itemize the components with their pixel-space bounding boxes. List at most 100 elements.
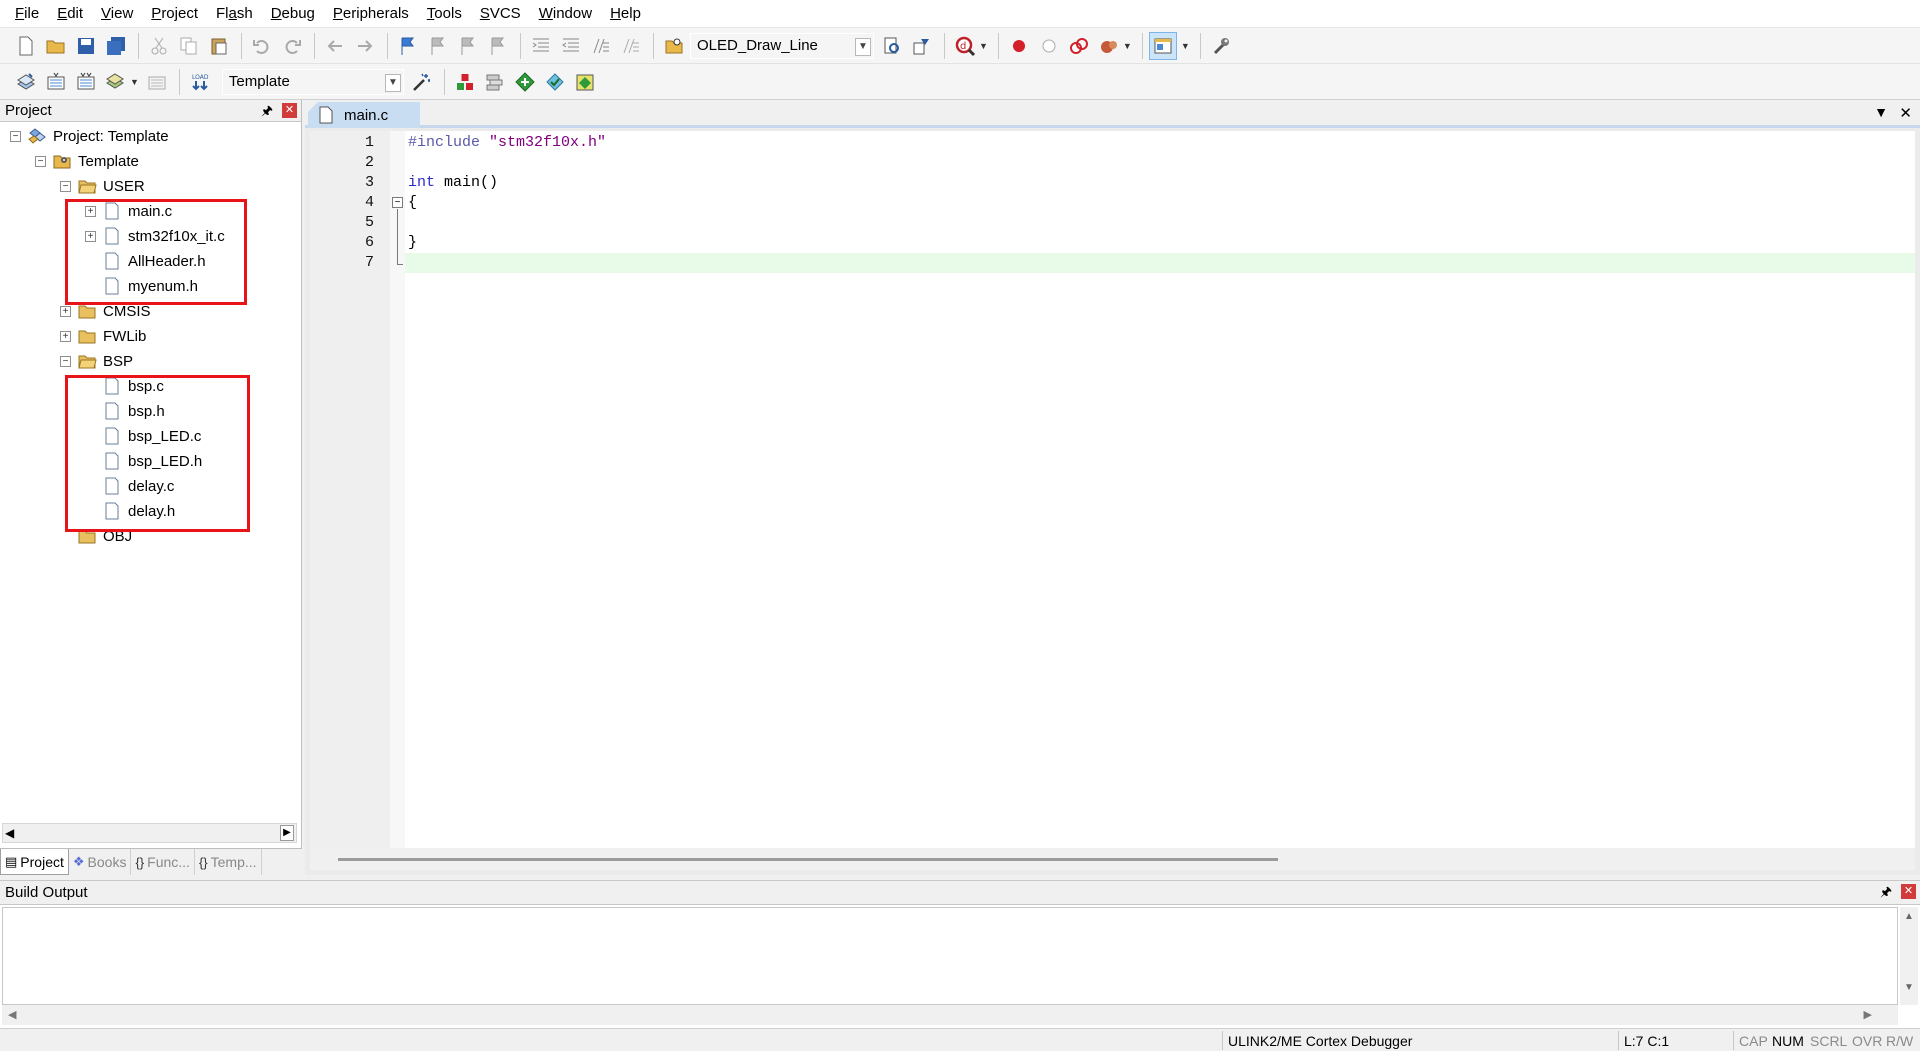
tab-functions[interactable]: {} Func... (131, 849, 195, 875)
tree-node-group-bsp[interactable]: − BSP (60, 349, 133, 373)
tab-templates[interactable]: {} Temp... (195, 849, 262, 875)
collapse-icon[interactable]: − (60, 355, 71, 367)
tree-node-label: BSP (103, 352, 134, 370)
tab-main-c[interactable]: main.c (308, 102, 420, 128)
save-all-button[interactable] (102, 32, 130, 60)
close-icon[interactable]: ✕ (282, 103, 297, 118)
target-combo[interactable]: Template ▼ (221, 68, 404, 95)
unindent-button[interactable] (557, 32, 585, 60)
download-button[interactable]: LOAD (186, 68, 214, 96)
target-options-button[interactable] (408, 68, 436, 96)
build-output-text[interactable] (2, 907, 1898, 1005)
chevron-down-icon[interactable]: ▼ (1181, 41, 1190, 51)
tab-books[interactable]: ❖ Books (69, 849, 132, 875)
tree-node-group-user[interactable]: − USER (60, 174, 145, 198)
build-output-horizontal-scrollbar[interactable]: ◀ ▶ (2, 1005, 1898, 1025)
code-editor[interactable]: #include "stm32f10x.h" int main() { } (405, 131, 1915, 848)
redo-button[interactable] (278, 32, 306, 60)
build-button[interactable] (42, 68, 70, 96)
menu-tools[interactable]: Tools (418, 0, 471, 28)
project-horizontal-scrollbar[interactable]: ◀ ▶ (2, 823, 297, 843)
tab-list-chevron-icon[interactable]: ▼ (1874, 104, 1888, 120)
menu-file[interactable]: File (6, 0, 48, 28)
open-file-button[interactable] (42, 32, 70, 60)
scroll-left-icon[interactable]: ◀ (8, 1008, 16, 1021)
tree-node-group-fwlib[interactable]: + FWLib (60, 324, 146, 348)
bookmark-next-button[interactable] (454, 32, 482, 60)
fold-collapse-icon[interactable]: − (392, 197, 403, 208)
window-layout-button[interactable] (1148, 31, 1177, 60)
rebuild-button[interactable] (72, 68, 100, 96)
incremental-find-button[interactable] (878, 32, 906, 60)
menu-peripherals[interactable]: Peripherals (324, 0, 418, 28)
translate-button[interactable] (12, 68, 40, 96)
insert-breakpoint-button[interactable] (1005, 32, 1033, 60)
line-number: 2 (364, 154, 374, 171)
manage-project-items-button[interactable] (451, 68, 479, 96)
scroll-down-icon[interactable]: ▼ (1900, 982, 1918, 993)
menu-help[interactable]: Help (601, 0, 650, 28)
navigate-back-button[interactable] (321, 32, 349, 60)
pin-icon[interactable]: 🖈 (1880, 883, 1892, 905)
chevron-down-icon[interactable]: ▼ (1123, 41, 1132, 51)
menu-flash[interactable]: Flash (207, 0, 262, 28)
tree-node-target[interactable]: − Template (35, 149, 139, 173)
collapse-icon[interactable]: − (35, 155, 46, 167)
uncomment-button[interactable] (617, 32, 645, 60)
expand-icon[interactable]: + (60, 330, 71, 342)
kill-all-breakpoints-button[interactable] (1095, 32, 1123, 60)
disable-all-breakpoints-button[interactable] (1065, 32, 1093, 60)
find-combo[interactable]: OLED_Draw_Line ▼ (690, 32, 874, 59)
expand-icon[interactable]: + (60, 305, 71, 317)
scroll-right-icon[interactable]: ▶ (280, 825, 294, 841)
menu-edit[interactable]: Edit (48, 0, 92, 28)
chevron-down-icon[interactable]: ▼ (855, 37, 871, 56)
tab-project[interactable]: ▤ Project (0, 849, 69, 875)
editor-horizontal-scrollbar[interactable] (310, 848, 1915, 870)
pin-icon[interactable]: 🖈 (261, 102, 273, 124)
copy-button[interactable] (175, 32, 203, 60)
run-time-environment-button[interactable] (571, 68, 599, 96)
menu-svcs[interactable]: SVCS (471, 0, 530, 28)
build-output-vertical-scrollbar[interactable]: ▲ ▼ (1900, 907, 1918, 1005)
scrollbar-thumb[interactable] (338, 858, 1278, 861)
close-tab-icon[interactable]: ✕ (1899, 104, 1912, 122)
chevron-down-icon[interactable]: ▼ (979, 41, 988, 51)
bookmark-toggle-button[interactable] (394, 32, 422, 60)
browse-symbols-button[interactable] (908, 32, 936, 60)
chevron-down-icon[interactable]: ▼ (384, 73, 401, 92)
collapse-icon[interactable]: − (10, 130, 21, 142)
tree-node-project-root[interactable]: − Project: Template (10, 124, 169, 148)
find-in-files-button[interactable] (660, 32, 688, 60)
comment-button[interactable] (587, 32, 615, 60)
batch-build-button[interactable] (102, 68, 130, 96)
new-file-button[interactable] (12, 32, 40, 60)
manage-components-button[interactable] (541, 68, 569, 96)
highlight-box-user-files (65, 199, 247, 305)
browse-icon (913, 38, 929, 54)
collapse-icon[interactable]: − (60, 180, 71, 192)
scroll-left-icon[interactable]: ◀ (5, 826, 14, 840)
scroll-up-icon[interactable]: ▲ (1900, 911, 1918, 922)
chevron-down-icon[interactable]: ▼ (130, 77, 139, 87)
disable-breakpoint-button[interactable] (1035, 32, 1063, 60)
pack-installer-button[interactable] (511, 68, 539, 96)
menu-window[interactable]: Window (530, 0, 601, 28)
menu-view[interactable]: View (92, 0, 142, 28)
debug-start-button[interactable]: d (951, 32, 979, 60)
undo-button[interactable] (248, 32, 276, 60)
save-button[interactable] (72, 32, 100, 60)
close-icon[interactable]: ✕ (1901, 884, 1916, 899)
indent-button[interactable] (527, 32, 555, 60)
bookmark-clear-button[interactable] (484, 32, 512, 60)
configure-button[interactable] (1207, 32, 1235, 60)
bookmark-prev-button[interactable] (424, 32, 452, 60)
stop-build-button[interactable] (143, 68, 171, 96)
cut-button[interactable] (145, 32, 173, 60)
paste-button[interactable] (205, 32, 233, 60)
navigate-forward-button[interactable] (351, 32, 379, 60)
select-packs-button[interactable] (481, 68, 509, 96)
menu-debug[interactable]: Debug (262, 0, 324, 28)
scroll-right-icon[interactable]: ▶ (1864, 1008, 1872, 1021)
menu-project[interactable]: Project (142, 0, 207, 28)
